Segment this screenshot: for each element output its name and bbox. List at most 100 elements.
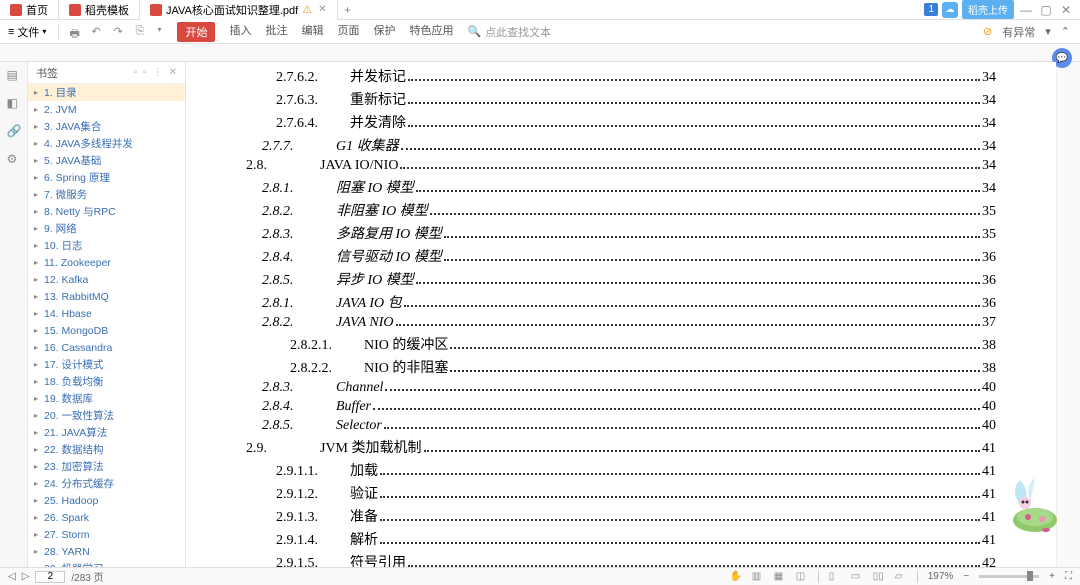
sidebar-item[interactable]: 20. 一致性算法 [28,407,185,424]
sidebar-item[interactable]: 15. MongoDB [28,322,185,339]
zoom-level-label[interactable]: 197% [928,571,954,582]
view-mode-1-icon[interactable]: ▥ [752,571,764,583]
document-viewport[interactable]: 2.7.6.2.并发标记34 2.7.6.3.重新标记34 2.7.6.4.并发清除… [186,62,1056,567]
toc-entry[interactable]: 2.8.2.非阻塞 IO 模型35 [246,200,996,220]
toc-entry[interactable]: 2.8.2.JAVA NIO37 [246,315,996,331]
toc-entry[interactable]: 2.8.2.2.NIO 的非阻塞38 [246,357,996,377]
redo-icon[interactable]: ↷ [113,25,127,39]
thumbnail-panel-icon[interactable]: ◧ [7,96,21,110]
bookmark-panel-icon[interactable]: ▤ [7,68,21,82]
expand-all-icon[interactable]: ▫ [134,67,138,78]
toc-entry[interactable]: 2.7.6.2.并发标记34 [246,66,996,86]
ribbon-tab-comment[interactable]: 批注 [265,22,287,42]
tab-template[interactable]: 稻壳模板 [59,0,140,20]
sidebar-item[interactable]: 9. 网络 [28,220,185,237]
toc-entry[interactable]: 2.9.1.2.验证41 [246,483,996,503]
notification-badge[interactable]: 1 [924,3,938,16]
toc-entry[interactable]: 2.8.1.阻塞 IO 模型34 [246,177,996,197]
sidebar-item[interactable]: 18. 负载均衡 [28,373,185,390]
toc-entry[interactable]: 2.9.1.1.加载41 [246,460,996,480]
sidebar-item[interactable]: 16. Cassandra [28,339,185,356]
sidebar-item[interactable]: 4. JAVA多线程并发 [28,135,185,152]
new-tab-button[interactable]: + [338,3,358,17]
view-mode-3-icon[interactable]: ◫ [796,571,808,583]
toc-entry[interactable]: 2.9.1.4.解析41 [246,529,996,549]
sidebar-item[interactable]: 12. Kafka [28,271,185,288]
sidebar-item[interactable]: 26. Spark [28,509,185,526]
toc-entry[interactable]: 2.8.3.Channel40 [246,380,996,396]
sidebar-item[interactable]: 11. Zookeeper [28,254,185,271]
sidebar-item[interactable]: 24. 分布式缓存 [28,475,185,492]
toc-entry[interactable]: 2.8.JAVA IO/NIO34 [246,158,996,174]
cloud-sync-icon[interactable]: ☁ [942,2,958,18]
sidebar-item[interactable]: 6. Spring 原理 [28,169,185,186]
collapse-ribbon-icon[interactable]: ⌃ [1061,25,1070,38]
tab-pdf-active[interactable]: JAVA核心面试知识整理.pdf ⚠ ✕ [140,0,338,20]
search-box[interactable]: 🔍 点此查找文本 [467,24,551,40]
toc-entry[interactable]: 2.8.3.多路复用 IO 模型35 [246,223,996,243]
next-page-icon[interactable]: ▷ [22,571,30,582]
ribbon-tab-page[interactable]: 页面 [337,22,359,42]
ribbon-tab-insert[interactable]: 插入 [229,22,251,42]
hand-tool-icon[interactable]: ✋ [730,571,742,583]
toc-entry[interactable]: 2.8.4.Buffer40 [246,399,996,415]
cloud-upload-button[interactable]: 稻壳上传 [962,0,1014,19]
presentation-icon[interactable]: ▱ [895,571,907,583]
toc-entry[interactable]: 2.8.2.1.NIO 的缓冲区38 [246,334,996,354]
single-page-icon[interactable]: ▯ [829,571,841,583]
error-status-text[interactable]: 有异常 [1002,24,1035,40]
sidebar-item[interactable]: 21. JAVA算法 [28,424,185,441]
assistant-mascot[interactable] [1000,475,1070,535]
prev-page-icon[interactable]: ◁ [8,571,16,582]
toc-entry[interactable]: 2.8.4.信号驱动 IO 模型36 [246,246,996,266]
chevron-down-icon[interactable]: ▾ [157,25,161,39]
maximize-button[interactable]: ▢ [1038,2,1054,18]
toc-entry[interactable]: 2.8.5.异步 IO 模型36 [246,269,996,289]
toc-entry[interactable]: 2.9.JVM 类加载机制41 [246,437,996,457]
sidebar-item[interactable]: 14. Hbase [28,305,185,322]
sidebar-item[interactable]: 27. Storm [28,526,185,543]
view-mode-2-icon[interactable]: ▦ [774,571,786,583]
sidebar-item[interactable]: 23. 加密算法 [28,458,185,475]
collapse-all-icon[interactable]: ▫ [143,67,147,78]
print-icon[interactable]: 🖶 [69,25,83,39]
sidebar-item[interactable]: 17. 设计模式 [28,356,185,373]
minimize-button[interactable]: — [1018,2,1034,18]
toc-entry[interactable]: 2.8.5.Selector40 [246,418,996,434]
sidebar-item[interactable]: 10. 日志 [28,237,185,254]
toc-entry[interactable]: 2.7.6.3.重新标记34 [246,89,996,109]
sidebar-item[interactable]: 13. RabbitMQ [28,288,185,305]
sidebar-item[interactable]: 22. 数据结构 [28,441,185,458]
toc-entry[interactable]: 2.9.1.3.准备41 [246,506,996,526]
save-icon[interactable]: ⎘ [135,25,149,39]
undo-icon[interactable]: ↶ [91,25,105,39]
options-icon[interactable]: ⋮ [153,67,163,78]
toc-entry[interactable]: 2.8.1.JAVA IO 包36 [246,292,996,312]
ribbon-tab-special[interactable]: 特色应用 [409,22,453,42]
sidebar-item[interactable]: 5. JAVA基础 [28,152,185,169]
sidebar-item[interactable]: 8. Netty 与RPC [28,203,185,220]
chevron-down-icon[interactable]: ▾ [1045,25,1051,38]
toc-entry[interactable]: 2.7.6.4.并发清除34 [246,112,996,132]
close-button[interactable]: ✕ [1058,2,1074,18]
attachment-panel-icon[interactable]: 🔗 [7,124,21,138]
page-number-input[interactable] [35,571,65,583]
sidebar-item[interactable]: 2. JVM [28,101,185,118]
sidebar-item[interactable]: 19. 数据库 [28,390,185,407]
zoom-out-button[interactable]: − [963,571,969,582]
sidebar-item[interactable]: 1. 目录 [28,84,185,101]
close-sidebar-icon[interactable]: ✕ [169,67,177,78]
zoom-in-button[interactable]: + [1049,571,1055,582]
tab-close-button[interactable]: ✕ [318,4,326,15]
tab-home[interactable]: 首页 [0,0,59,20]
continuous-page-icon[interactable]: ▭ [851,571,863,583]
sidebar-item[interactable]: 28. YARN [28,543,185,560]
ribbon-tab-edit[interactable]: 编辑 [301,22,323,42]
sidebar-item[interactable]: 29. 机器学习 [28,560,185,567]
toc-entry[interactable]: 2.9.1.5.符号引用42 [246,552,996,567]
toc-entry[interactable]: 2.7.7.G1 收集器34 [246,135,996,155]
ribbon-tab-start[interactable]: 开始 [177,22,215,42]
fullscreen-button[interactable]: ⛶ [1065,571,1072,582]
facing-page-icon[interactable]: ▯▯ [873,571,885,583]
file-menu[interactable]: ≡ 文件 ▾ [0,24,54,40]
